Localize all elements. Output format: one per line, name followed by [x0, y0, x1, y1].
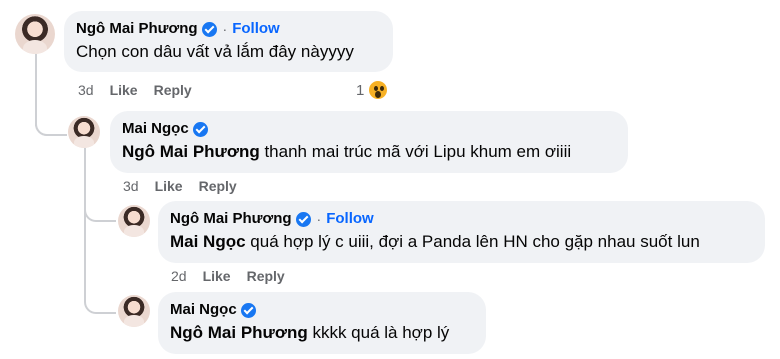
comment-time[interactable]: 2d: [171, 268, 187, 284]
comment-bubble: Mai Ngọc Ngô Mai Phương kkkk quá là hợp …: [158, 292, 486, 354]
verified-badge-icon: [192, 121, 208, 137]
comment-body: thanh mai trúc mã với Lipu khum em ơiiii: [264, 142, 572, 161]
avatar[interactable]: [118, 295, 150, 327]
reaction-count: 1: [356, 81, 365, 99]
verified-badge-icon: [201, 21, 217, 37]
mention-link[interactable]: Mai Ngọc: [170, 232, 246, 251]
comment-time[interactable]: 3d: [78, 82, 94, 98]
wow-reaction-icon: [367, 79, 390, 101]
comment-author[interactable]: Ngô Mai Phương: [76, 19, 198, 39]
verified-badge-icon: [295, 211, 311, 227]
avatar[interactable]: [15, 14, 55, 54]
comment-author[interactable]: Mai Ngọc: [170, 300, 237, 320]
thread-connector: [84, 208, 116, 314]
comment-actions: 3d Like Reply: [78, 82, 192, 98]
comment-text: Mai Ngọc quá hợp lý c uiii, đợi a Panda …: [170, 230, 753, 254]
comment-text: Ngô Mai Phương kkkk quá là hợp lý: [170, 321, 474, 345]
comment-bubble: Mai Ngọc Ngô Mai Phương thanh mai trúc m…: [110, 111, 628, 173]
avatar[interactable]: [118, 205, 150, 237]
verified-badge-icon: [240, 302, 256, 318]
comment-body: quá hợp lý c uiii, đợi a Panda lên HN ch…: [250, 232, 700, 251]
follow-button[interactable]: Follow: [326, 209, 374, 229]
comment-author[interactable]: Mai Ngọc: [122, 119, 189, 139]
like-button[interactable]: Like: [155, 178, 183, 194]
follow-button[interactable]: Follow: [232, 19, 280, 39]
avatar[interactable]: [68, 116, 100, 148]
thread-connector: [35, 108, 67, 136]
reply-button[interactable]: Reply: [199, 178, 237, 194]
reply-button[interactable]: Reply: [154, 82, 192, 98]
comment-text: Ngô Mai Phương thanh mai trúc mã với Lip…: [122, 140, 616, 164]
separator-dot: ·: [222, 21, 228, 37]
comment-actions: 2d Like Reply: [171, 268, 285, 284]
mention-link[interactable]: Ngô Mai Phương: [170, 323, 308, 342]
comment-author[interactable]: Ngô Mai Phương: [170, 209, 292, 229]
reaction-summary[interactable]: 1: [356, 79, 390, 101]
mention-link[interactable]: Ngô Mai Phương: [122, 142, 260, 161]
comment-bubble: Ngô Mai Phương · Follow Mai Ngọc quá hợp…: [158, 201, 765, 263]
comment-actions: 3d Like Reply: [123, 178, 237, 194]
like-button[interactable]: Like: [203, 268, 231, 284]
separator-dot: ·: [316, 211, 322, 227]
comment-text: Chọn con dâu vất vả lắm đây nàyyyy: [76, 42, 354, 61]
like-button[interactable]: Like: [110, 82, 138, 98]
comment-bubble: Ngô Mai Phương · Follow Chọn con dâu vất…: [64, 11, 393, 72]
comment-body: kkkk quá là hợp lý: [312, 323, 450, 342]
reply-button[interactable]: Reply: [247, 268, 285, 284]
comment-time[interactable]: 3d: [123, 178, 139, 194]
